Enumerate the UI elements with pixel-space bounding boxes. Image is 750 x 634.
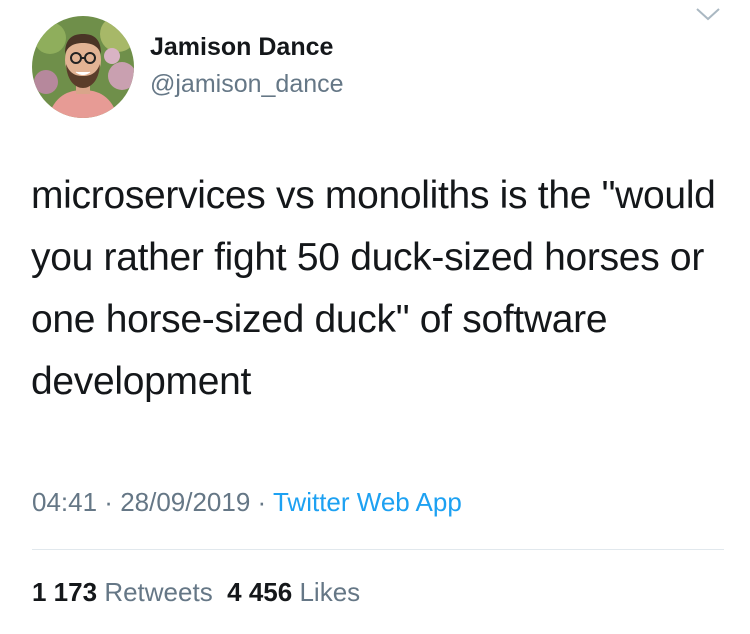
- chevron-down-icon[interactable]: [694, 4, 722, 24]
- likes-stat[interactable]: 4 456 Likes: [227, 577, 360, 607]
- tweet-card: Jamison Dance @jamison_dance microservic…: [0, 0, 750, 634]
- tweet-time[interactable]: 04:41: [32, 487, 97, 517]
- user-handle[interactable]: @jamison_dance: [150, 70, 344, 99]
- tweet-meta: 04:41 · 28/09/2019 · Twitter Web App: [32, 487, 462, 518]
- avatar[interactable]: [32, 16, 134, 118]
- likes-label: Likes: [299, 577, 361, 607]
- avatar-image: [32, 16, 134, 118]
- tweet-stats: 1 173 Retweets 4 456 Likes: [32, 577, 360, 608]
- user-display-name[interactable]: Jamison Dance: [150, 33, 333, 62]
- divider: [32, 549, 724, 550]
- retweets-count: 1 173: [32, 577, 98, 607]
- likes-count: 4 456: [227, 577, 293, 607]
- retweets-stat[interactable]: 1 173 Retweets: [32, 577, 213, 607]
- meta-separator: ·: [97, 487, 121, 517]
- retweets-label: Retweets: [104, 577, 213, 607]
- meta-separator: ·: [250, 487, 273, 517]
- tweet-date[interactable]: 28/09/2019: [120, 487, 250, 517]
- tweet-text: microservices vs monoliths is the "would…: [31, 174, 716, 403]
- tweet-source-link[interactable]: Twitter Web App: [273, 487, 462, 517]
